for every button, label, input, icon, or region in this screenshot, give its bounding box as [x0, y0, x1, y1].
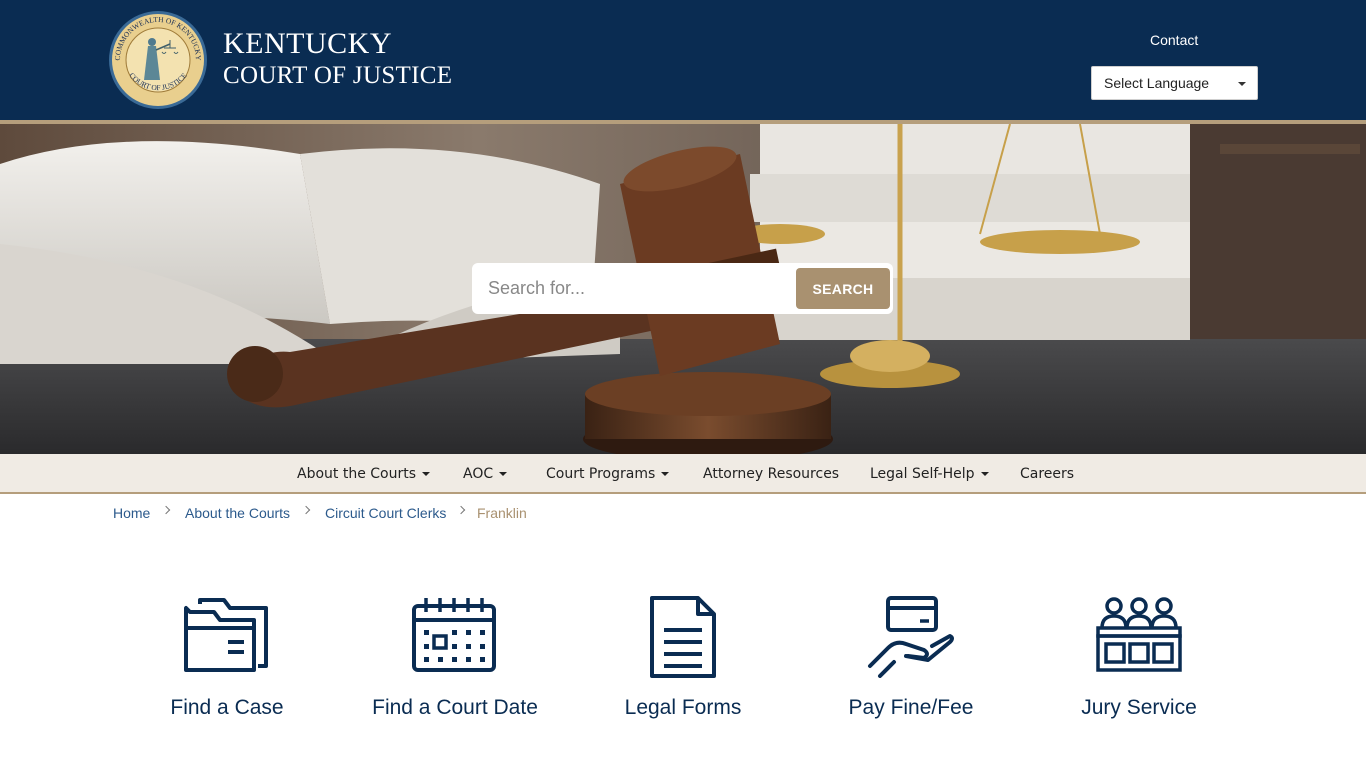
quick-link-label: Jury Service — [1081, 696, 1197, 719]
chevron-right-icon — [301, 505, 311, 515]
site-brand[interactable]: KENTUCKY COURT OF JUSTICE — [223, 28, 452, 92]
nav-item-legal-self-help[interactable]: Legal Self-Help — [870, 466, 989, 482]
caret-down-icon — [422, 472, 431, 476]
main-nav: About the Courts AOC Court Programs Atto… — [0, 454, 1366, 494]
quick-link-find-a-court-date[interactable]: Find a Court Date — [341, 594, 569, 734]
language-select[interactable]: Select Language — [1091, 66, 1258, 100]
breadcrumb-home[interactable]: Home — [113, 505, 150, 521]
chevron-right-icon — [456, 505, 466, 515]
nav-item-aoc[interactable]: AOC — [463, 466, 508, 482]
chevron-right-icon — [161, 505, 171, 515]
nav-item-about-the-courts[interactable]: About the Courts — [297, 466, 431, 482]
card-hand-icon — [868, 596, 954, 678]
nav-item-label: Court Programs — [546, 466, 656, 482]
nav-item-court-programs[interactable]: Court Programs — [546, 466, 670, 482]
caret-down-icon — [980, 472, 989, 476]
contact-link[interactable]: Contact — [1150, 32, 1198, 48]
site-header: COMMONWEALTH OF KENTUCKY COURT OF JUSTIC… — [0, 0, 1366, 120]
quick-link-label: Find a Court Date — [372, 696, 538, 719]
quick-link-label: Find a Case — [170, 696, 284, 719]
search-input[interactable] — [474, 265, 794, 312]
folder-icon — [184, 598, 268, 672]
quick-link-pay-fine-fee[interactable]: Pay Fine/Fee — [797, 594, 1025, 734]
breadcrumb-about-the-courts[interactable]: About the Courts — [185, 505, 290, 521]
brand-court: COURT OF JUSTICE — [223, 62, 453, 89]
kentucky-seal-logo[interactable]: COMMONWEALTH OF KENTUCKY COURT OF JUSTIC… — [108, 10, 208, 110]
search-button[interactable]: SEARCH — [796, 268, 890, 309]
nav-item-label: Attorney Resources — [703, 466, 840, 482]
jury-box-icon — [1096, 597, 1182, 672]
caret-down-icon — [661, 472, 670, 476]
nav-item-label: Legal Self-Help — [870, 466, 975, 482]
nav-item-attorney-resources[interactable]: Attorney Resources — [703, 466, 839, 482]
brand-state: KENTUCKY — [223, 27, 392, 60]
quick-link-legal-forms[interactable]: Legal Forms — [569, 594, 797, 734]
breadcrumb-circuit-court-clerks[interactable]: Circuit Court Clerks — [325, 505, 446, 521]
quick-link-label: Legal Forms — [624, 696, 742, 719]
nav-item-careers[interactable]: Careers — [1020, 466, 1074, 482]
language-select-value: Select Language — [1104, 75, 1210, 91]
quick-link-label: Pay Fine/Fee — [848, 696, 974, 719]
calendar-icon — [412, 598, 496, 672]
document-icon — [650, 596, 716, 678]
nav-item-label: AOC — [463, 466, 494, 482]
chevron-down-icon — [1238, 82, 1246, 86]
breadcrumb-current: Franklin — [477, 505, 527, 521]
caret-down-icon — [499, 472, 508, 476]
nav-item-label: About the Courts — [297, 466, 417, 482]
quick-link-jury-service[interactable]: Jury Service — [1025, 594, 1253, 734]
nav-item-label: Careers — [1020, 466, 1075, 482]
quick-link-find-a-case[interactable]: Find a Case — [113, 594, 341, 734]
